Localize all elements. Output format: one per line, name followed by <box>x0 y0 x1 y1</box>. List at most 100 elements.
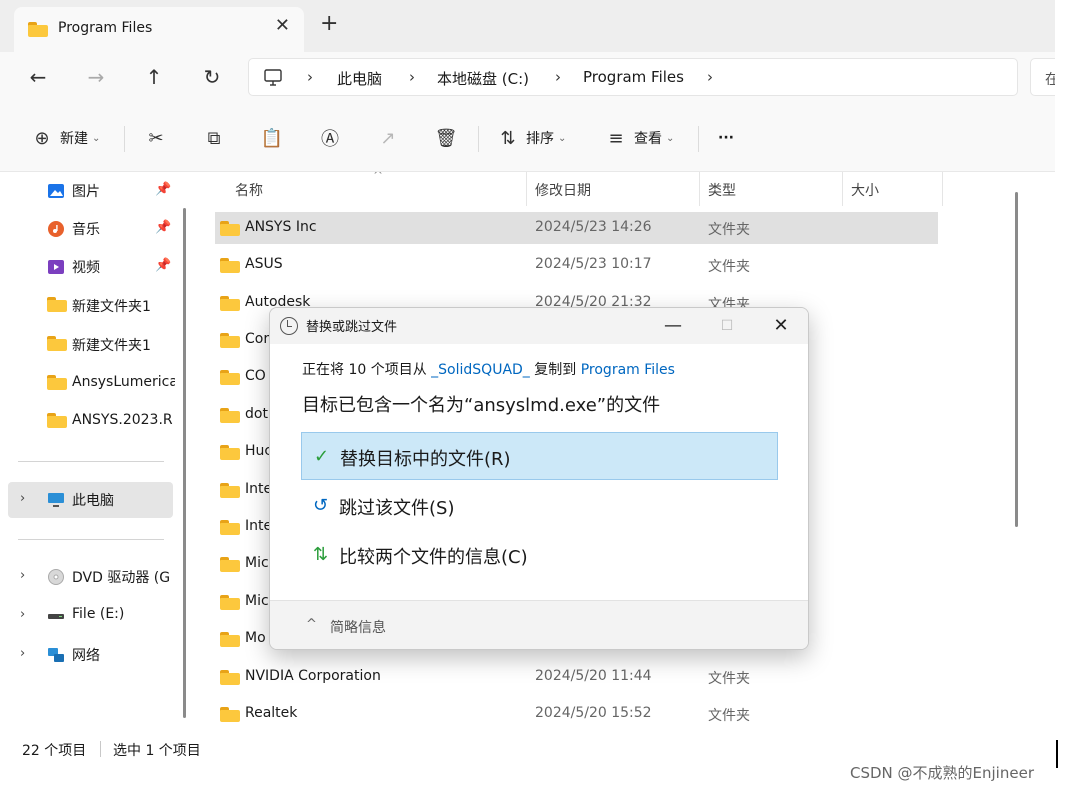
column-divider[interactable] <box>526 172 527 206</box>
toolbar-divider <box>698 126 699 152</box>
folder-icon <box>220 296 240 311</box>
sidebar-item-dvd-drive[interactable]: › DVD 驱动器 (G <box>0 559 175 595</box>
source-link[interactable]: _SolidSQUAD_ <box>431 362 530 378</box>
music-icon <box>48 221 64 237</box>
breadcrumb-program-files[interactable]: Program Files <box>583 68 684 86</box>
copy-icon: ⧉ <box>207 127 221 149</box>
drive-icon <box>48 614 64 619</box>
item-count: 22 个项目 <box>22 743 87 759</box>
close-tab-icon[interactable]: ✕ <box>275 15 290 36</box>
file-name: NVIDIA Corporation <box>245 668 381 684</box>
monitor-icon <box>264 69 282 86</box>
sidebar-item-new-folder-1b[interactable]: 新建文件夹1 <box>0 327 175 363</box>
more-options-button[interactable]: ··· <box>718 124 734 152</box>
sidebar-item-videos[interactable]: 视频 📌 <box>0 249 175 285</box>
breadcrumb-local-disk[interactable]: 本地磁盘 (C:) <box>437 68 529 89</box>
chevron-right-icon[interactable]: › <box>20 568 25 583</box>
destination-link[interactable]: Program Files <box>581 362 675 378</box>
file-row[interactable]: ASUS 2024/5/23 10:17 文件夹 <box>215 249 938 281</box>
compare-option[interactable]: ⇅ 比较两个文件的信息(C) <box>301 531 778 579</box>
file-name: CO <box>245 368 266 384</box>
search-box[interactable]: 在 <box>1030 58 1055 96</box>
sidebar-item-ansys-2023[interactable]: ANSYS.2023.R <box>0 404 175 440</box>
new-label: 新建 <box>60 131 88 147</box>
up-button[interactable]: ↑ <box>140 64 168 90</box>
sidebar-item-file-drive[interactable]: › File (E:) <box>0 598 175 634</box>
new-button[interactable]: ⊕ 新建 ⌄ <box>30 124 100 152</box>
share-button[interactable]: ↗ <box>376 124 400 152</box>
column-divider[interactable] <box>942 172 943 206</box>
column-divider[interactable] <box>842 172 843 206</box>
minimize-button[interactable]: — <box>650 312 696 340</box>
dialog-footer[interactable]: ^ 简略信息 <box>270 600 808 649</box>
column-header-size[interactable]: 大小 <box>851 180 879 200</box>
back-button[interactable]: ← <box>24 64 52 90</box>
file-row[interactable]: Realtek 2024/5/20 15:52 文件夹 <box>215 698 938 730</box>
chevron-right-icon[interactable]: › <box>707 68 713 86</box>
folder-icon <box>47 413 67 431</box>
address-bar[interactable]: › 此电脑 › 本地磁盘 (C:) › Program Files › <box>248 58 1018 96</box>
breadcrumb-this-pc[interactable]: 此电脑 <box>337 68 382 89</box>
refresh-button[interactable]: ↻ <box>198 64 226 90</box>
sidebar-item-this-pc[interactable]: › 此电脑 <box>8 482 173 518</box>
plus-circle-icon: ⊕ <box>34 127 50 149</box>
share-icon: ↗ <box>380 127 396 149</box>
cut-button[interactable]: ✂ <box>144 124 168 152</box>
tab-program-files[interactable]: Program Files ✕ <box>14 7 304 52</box>
column-header-type[interactable]: 类型 <box>708 180 736 200</box>
chevron-right-icon[interactable]: › <box>20 646 25 661</box>
maximize-button[interactable]: ☐ <box>704 312 750 340</box>
chevron-right-icon: › <box>307 68 313 86</box>
new-tab-button[interactable]: + <box>320 13 338 35</box>
column-header-name[interactable]: 名称 <box>235 180 263 200</box>
folder-icon <box>28 22 48 37</box>
navigation-pane: 图片 📌 音乐 📌 视频 📌 新建文件夹1 新建文件夹1 AnsysLumeri… <box>0 172 190 735</box>
rename-button[interactable]: Ⓐ <box>318 124 342 152</box>
sidebar-item-label: 网络 <box>72 648 100 664</box>
sidebar-scrollbar[interactable] <box>183 208 186 718</box>
file-name: ASUS <box>245 256 283 272</box>
file-list-scrollbar[interactable] <box>1015 192 1018 527</box>
trash-icon: 🗑 <box>434 127 458 149</box>
sidebar-item-ansyslumerical[interactable]: AnsysLumerica <box>0 366 175 402</box>
sidebar-item-label: 新建文件夹1 <box>72 299 151 315</box>
file-type: 文件夹 <box>708 708 750 724</box>
sidebar-item-pictures[interactable]: 图片 📌 <box>0 173 175 209</box>
paste-button[interactable]: 📋 <box>260 124 284 152</box>
chevron-down-icon: ⌄ <box>558 132 567 144</box>
sidebar-item-music[interactable]: 音乐 📌 <box>0 211 175 247</box>
delete-button[interactable]: 🗑 <box>434 124 458 152</box>
forward-button[interactable]: → <box>82 64 110 90</box>
chevron-up-icon: ^ <box>306 617 317 632</box>
compare-option-label: 比较两个文件的信息(C) <box>339 547 528 568</box>
sidebar-item-new-folder-1[interactable]: 新建文件夹1 <box>0 288 175 324</box>
sidebar-item-network[interactable]: › 网络 <box>0 637 175 673</box>
replace-option[interactable]: ✓ 替换目标中的文件(R) <box>301 432 778 480</box>
explorer-window: Program Files ✕ + ← → ↑ ↻ › 此电脑 › 本地磁盘 (… <box>0 0 1055 763</box>
file-row[interactable]: ANSYS Inc 2024/5/23 14:26 文件夹 <box>215 212 938 244</box>
file-name: ANSYS Inc <box>245 219 317 235</box>
clock-icon <box>280 317 298 335</box>
sort-button[interactable]: ⇅ 排序 ⌄ <box>496 124 566 152</box>
status-bar: 22 个项目 选中 1 个项目 <box>0 735 1055 763</box>
rename-icon: Ⓐ <box>321 129 339 150</box>
sidebar-item-label: 音乐 <box>72 222 100 238</box>
sort-ascending-icon: ^ <box>373 172 384 182</box>
sidebar-divider <box>18 539 164 540</box>
copy-button[interactable]: ⧉ <box>202 124 226 152</box>
close-dialog-button[interactable]: ✕ <box>758 312 804 340</box>
column-divider[interactable] <box>699 172 700 206</box>
chevron-right-icon: › <box>409 68 415 86</box>
skip-option[interactable]: ↺ 跳过该文件(S) <box>301 482 778 530</box>
file-date: 2024/5/20 11:44 <box>535 668 652 684</box>
column-header-date[interactable]: 修改日期 <box>535 180 591 200</box>
sidebar-item-label: 新建文件夹1 <box>72 338 151 354</box>
folder-icon <box>220 520 240 535</box>
chevron-right-icon[interactable]: › <box>20 491 25 506</box>
chevron-down-icon: ⌄ <box>666 132 675 144</box>
view-button[interactable]: ≡ 查看 ⌄ <box>604 124 674 152</box>
file-row[interactable]: NVIDIA Corporation 2024/5/20 11:44 文件夹 <box>215 661 938 693</box>
sidebar-item-label: File (E:) <box>72 606 125 622</box>
chevron-right-icon[interactable]: › <box>20 607 25 622</box>
view-label: 查看 <box>634 131 662 147</box>
